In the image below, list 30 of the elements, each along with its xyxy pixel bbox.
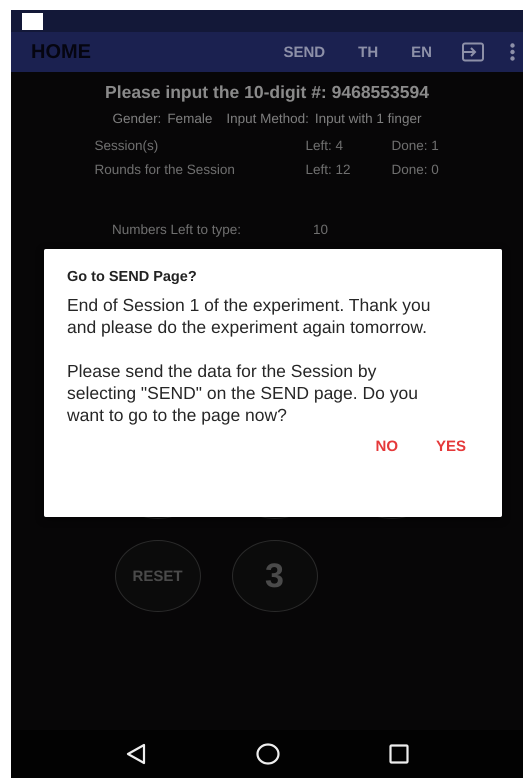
dialog-button[interactable]: YES (436, 438, 466, 455)
home-icon[interactable] (256, 743, 280, 765)
menu-tab[interactable]: SEND (283, 44, 326, 60)
menu-tab[interactable]: EN (411, 44, 432, 60)
done-count: Done: 0 (392, 162, 440, 177)
reset-key[interactable]: RESET (114, 540, 200, 612)
digit-key[interactable]: 3 (232, 540, 318, 612)
status-icon (22, 12, 43, 30)
done-count: Done: 1 (392, 138, 440, 153)
counter-name: Rounds for the Session (94, 162, 236, 177)
info-value: Female (167, 111, 212, 126)
logout-icon[interactable] (462, 42, 484, 62)
dialog-title: Go to SEND Page? (67, 269, 198, 285)
menu-tab[interactable]: TH (358, 44, 378, 60)
numbers-left-label: Numbers Left to type: (112, 222, 242, 237)
dialog-message: End of Session 1 of the experiment. Thank you and please do the experiment again tomorrow. (67, 294, 432, 338)
left-count: Left: 4 (306, 138, 344, 153)
back-icon[interactable] (125, 743, 148, 765)
info-label: Gender: (112, 111, 162, 126)
recents-icon[interactable] (388, 744, 409, 764)
left-count: Left: 12 (306, 162, 352, 177)
dialog-button[interactable]: NO (375, 438, 398, 455)
app-title: HOME (31, 40, 92, 64)
counter-name: Session(s) (94, 138, 160, 153)
info-value: Input with 1 finger (314, 111, 422, 126)
prompt-text: Please input the 10-digit #: 9468553594 (105, 82, 429, 103)
dialog-message: Please send the data for the Session by selecting "SEND" on the SEND page. Do you want to go to the page now? (67, 360, 419, 426)
more-icon[interactable] (510, 43, 515, 61)
numbers-left-value: 10 (312, 222, 328, 237)
info-label: Input Method: (226, 111, 309, 126)
